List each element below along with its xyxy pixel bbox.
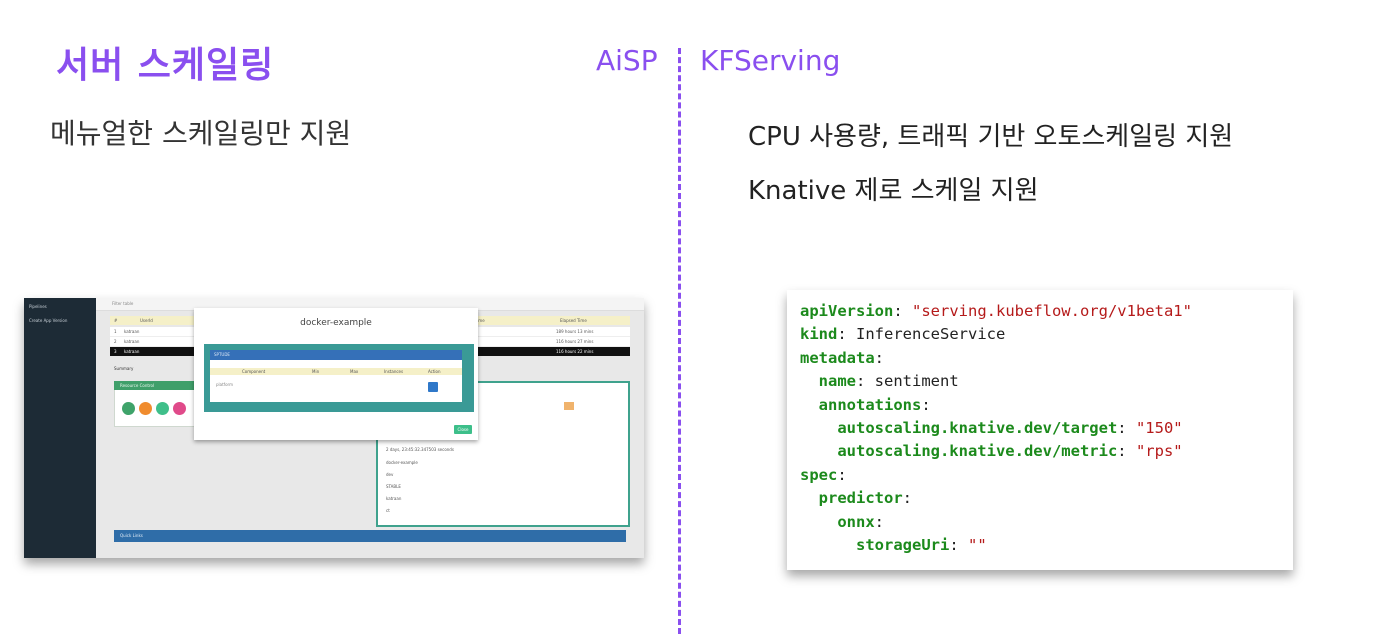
ss-filter-text: Filter table: [112, 301, 134, 306]
code-key: onnx: [837, 512, 875, 531]
code-separator: :: [874, 512, 884, 531]
ss-row-user: katraan: [124, 349, 140, 354]
ss-row-elapsed: 189 hours 13 mins: [556, 329, 594, 334]
code-line: storageUri: "": [800, 534, 1192, 557]
ss-row-elapsed: 116 hours 22 mins: [556, 349, 594, 354]
code-key: predictor: [818, 489, 903, 508]
yaml-code-block: apiVersion: "serving.kubeflow.org/v1beta…: [800, 300, 1192, 557]
code-key: apiVersion: [800, 302, 894, 320]
code-key: storageUri: [856, 535, 950, 554]
ss-sidebar-item-create-app: Create App Version: [29, 318, 68, 323]
ss-modal-action-icon: [428, 382, 438, 392]
code-separator: :: [1117, 442, 1136, 461]
ss-quick-links-label: Quick Links: [120, 533, 143, 538]
code-line: kind: InferenceService: [800, 323, 1192, 346]
ss-col-num: #: [114, 318, 118, 323]
code-key: kind: [800, 325, 838, 344]
code-value: "serving.kubeflow.org/v1beta1": [912, 302, 1192, 320]
code-line: annotations:: [800, 394, 1192, 417]
code-line: apiVersion: "serving.kubeflow.org/v1beta…: [800, 300, 1192, 323]
code-value: InferenceService: [856, 325, 1006, 344]
play-icon: [156, 402, 169, 415]
code-key: autoscaling.knative.dev/target: [837, 418, 1118, 437]
ss-sidebar: Pipelines Create App Version: [24, 298, 96, 558]
ss-modal-inner-header-label: SPTUDE: [214, 352, 230, 357]
code-key: name: [818, 372, 856, 391]
ss-orange-badge: [564, 402, 574, 410]
code-line: metadata:: [800, 347, 1192, 370]
ss-col-elapsed: Elapsed Time: [560, 318, 587, 323]
ss-detail-value: dev: [386, 472, 394, 477]
kfserving-description-1: CPU 사용량, 트래픽 기반 오토스케일링 지원: [748, 122, 1234, 152]
ss-modal-col: Instances: [384, 369, 404, 374]
code-separator: :: [921, 395, 931, 414]
refresh-icon: [122, 402, 135, 415]
aisp-description: 메뉴얼한 스케일링만 지원: [50, 117, 352, 150]
ss-modal-row-component: platform: [216, 382, 233, 387]
ss-row-num: 1: [114, 329, 117, 334]
ss-col-user: UserId: [140, 318, 153, 323]
code-key: metadata: [800, 348, 875, 367]
code-line: onnx:: [800, 511, 1192, 534]
code-key: spec: [800, 465, 838, 484]
ss-row-elapsed: 116 hours 27 mins: [556, 339, 594, 344]
code-separator: :: [1117, 418, 1136, 437]
code-separator: :: [893, 302, 912, 320]
code-separator: :: [874, 348, 884, 367]
code-line: predictor:: [800, 487, 1192, 510]
ss-detail-value: ct: [386, 508, 390, 513]
code-value: "": [968, 535, 987, 554]
ss-modal-close-button: Close: [454, 425, 472, 434]
code-separator: :: [837, 465, 847, 484]
ss-sidebar-item-pipelines: Pipelines: [29, 304, 47, 309]
ss-detail-value: docker-example: [386, 460, 418, 465]
aisp-screenshot: Pipelines Create App Version Filter tabl…: [24, 298, 644, 558]
ss-modal-col: Action: [428, 369, 441, 374]
slide-title: 서버 스케일링: [56, 45, 275, 86]
code-value: "rps": [1135, 442, 1183, 461]
ss-detail-value: katraan: [386, 496, 402, 501]
code-separator: :: [902, 489, 913, 508]
dashed-divider: [678, 48, 681, 634]
ss-row-user: katraan: [124, 339, 140, 344]
ss-modal-col: Max: [350, 369, 359, 374]
code-value: sentiment: [874, 372, 959, 391]
code-value: "150": [1135, 418, 1183, 437]
ss-detail-value: STABLE: [386, 484, 401, 489]
ss-modal-inner-header: [210, 350, 462, 360]
code-line: name: sentiment: [800, 370, 1192, 393]
ss-row-num: 2: [114, 339, 117, 344]
code-line: autoscaling.knative.dev/target: "150": [800, 417, 1192, 440]
ss-resource-panel-title: Resource Control: [120, 383, 155, 388]
ss-modal-col: Min: [312, 369, 320, 374]
stop-icon: [139, 402, 152, 415]
delete-icon: [173, 402, 186, 415]
ss-row-num: 3: [114, 349, 117, 354]
kfserving-label: KFServing: [700, 44, 841, 77]
ss-summary-label: Summary: [114, 366, 134, 371]
ss-modal-title: docker-example: [300, 318, 372, 328]
ss-quick-links-bar: [114, 530, 626, 542]
code-separator: :: [837, 325, 856, 344]
code-separator: :: [856, 372, 875, 391]
ss-row-user: katraan: [124, 329, 140, 334]
kfserving-description-2: Knative 제로 스케일 지원: [748, 176, 1039, 206]
ss-detail-value: 2 days, 23:45:32.347503 seconds: [386, 447, 454, 452]
aisp-label: AiSP: [596, 44, 658, 77]
code-line: autoscaling.knative.dev/metric: "rps": [800, 440, 1192, 463]
ss-modal-col: Component: [242, 369, 266, 374]
code-separator: :: [949, 535, 968, 554]
code-key: autoscaling.knative.dev/metric: [837, 442, 1118, 461]
code-key: annotations: [818, 395, 922, 414]
code-line: spec:: [800, 464, 1192, 487]
